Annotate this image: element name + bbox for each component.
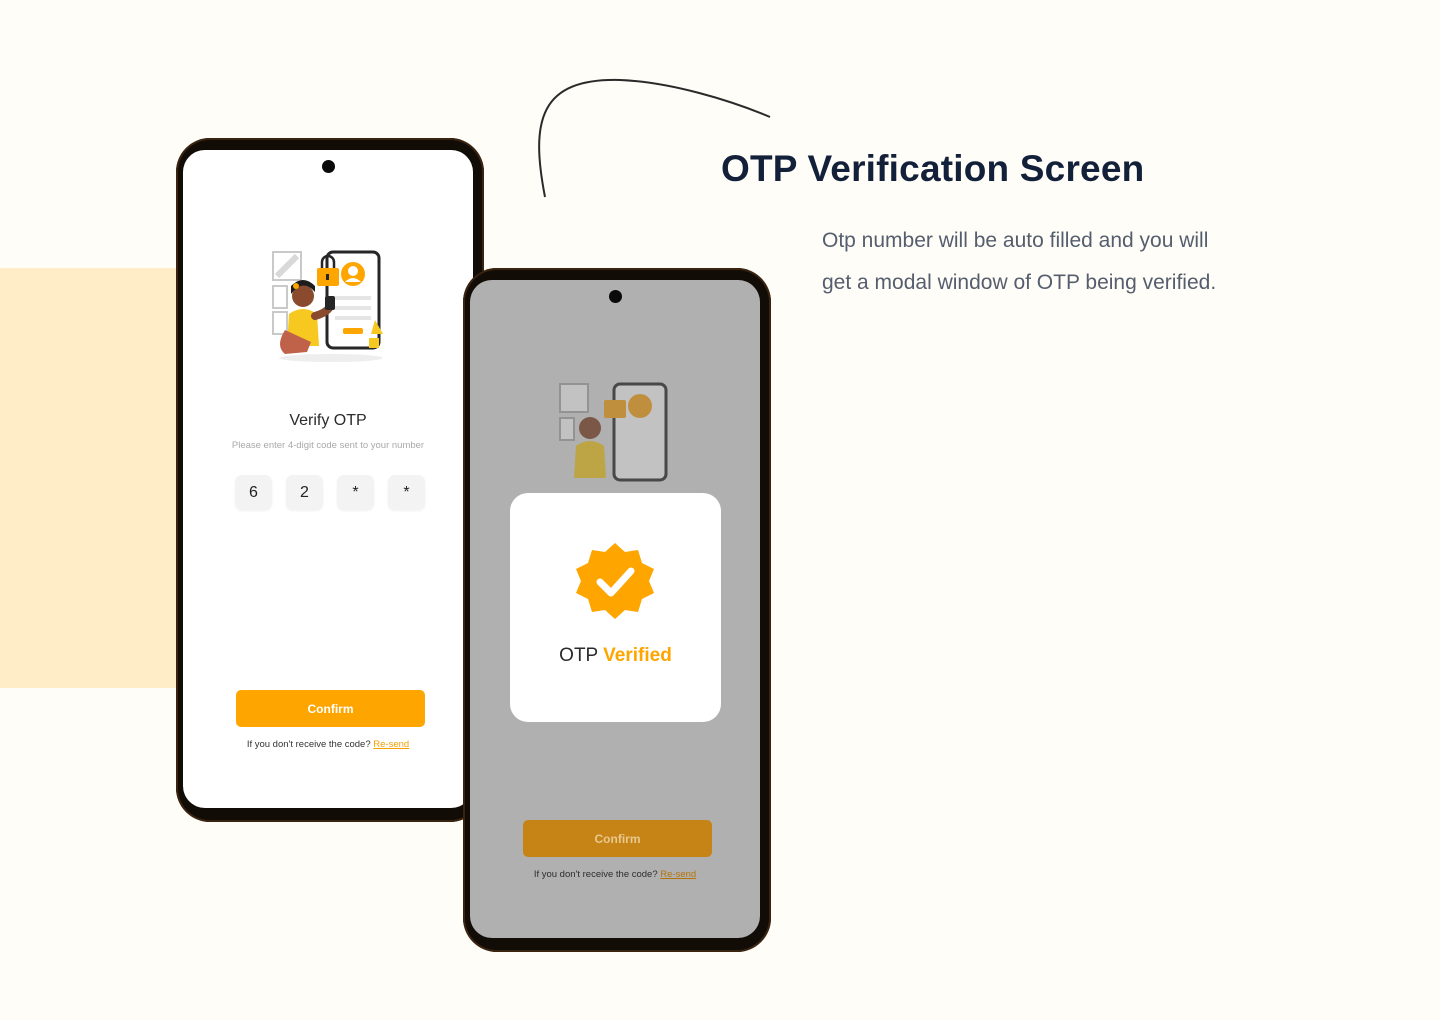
resend-prompt: If you don't receive the code?	[246, 739, 371, 750]
otp-verified-modal: OTP Verified	[510, 493, 721, 722]
page-heading: OTP Verification Screen	[721, 148, 1145, 189]
modal-prefix: OTP	[559, 645, 598, 666]
resend-line: If you don't receive the code? Re-send	[183, 739, 473, 750]
phone-mockup-otp-entry: Verify OTP Please enter 4-digit code sen…	[176, 138, 484, 822]
otp-input-group: 6 2 * *	[235, 475, 425, 510]
otp-digit-1[interactable]: 6	[235, 475, 272, 510]
phone-screen: OTP Verified Confirm If you don't receiv…	[470, 280, 760, 938]
otp-illustration	[559, 382, 668, 482]
phone-mockup-otp-verified: OTP Verified Confirm If you don't receiv…	[463, 268, 771, 952]
page-description: Otp number will be auto filled and you w…	[822, 229, 1217, 294]
confirm-button[interactable]: Confirm	[523, 820, 712, 857]
otp-illustration	[272, 250, 383, 362]
resend-prompt: If you don't receive the code?	[533, 869, 658, 880]
verify-otp-subtitle: Please enter 4-digit code sent to your n…	[231, 440, 425, 451]
otp-digit-4[interactable]: *	[388, 475, 425, 510]
phone-screen: Verify OTP Please enter 4-digit code sen…	[183, 150, 473, 808]
modal-message: OTP Verified	[510, 645, 721, 667]
otp-digit-3[interactable]: *	[337, 475, 374, 510]
decorative-band	[0, 268, 200, 688]
modal-highlight: Verified	[603, 645, 672, 666]
camera-icon	[609, 290, 622, 303]
confirm-button[interactable]: Confirm	[236, 690, 425, 727]
resend-line: If you don't receive the code? Re-send	[470, 869, 760, 880]
otp-digit-2[interactable]: 2	[286, 475, 323, 510]
verified-badge-icon	[576, 543, 654, 619]
verify-otp-title: Verify OTP	[289, 412, 367, 429]
resend-link[interactable]: Re-send	[373, 739, 409, 750]
resend-link[interactable]: Re-send	[660, 869, 696, 880]
camera-icon	[322, 160, 335, 173]
